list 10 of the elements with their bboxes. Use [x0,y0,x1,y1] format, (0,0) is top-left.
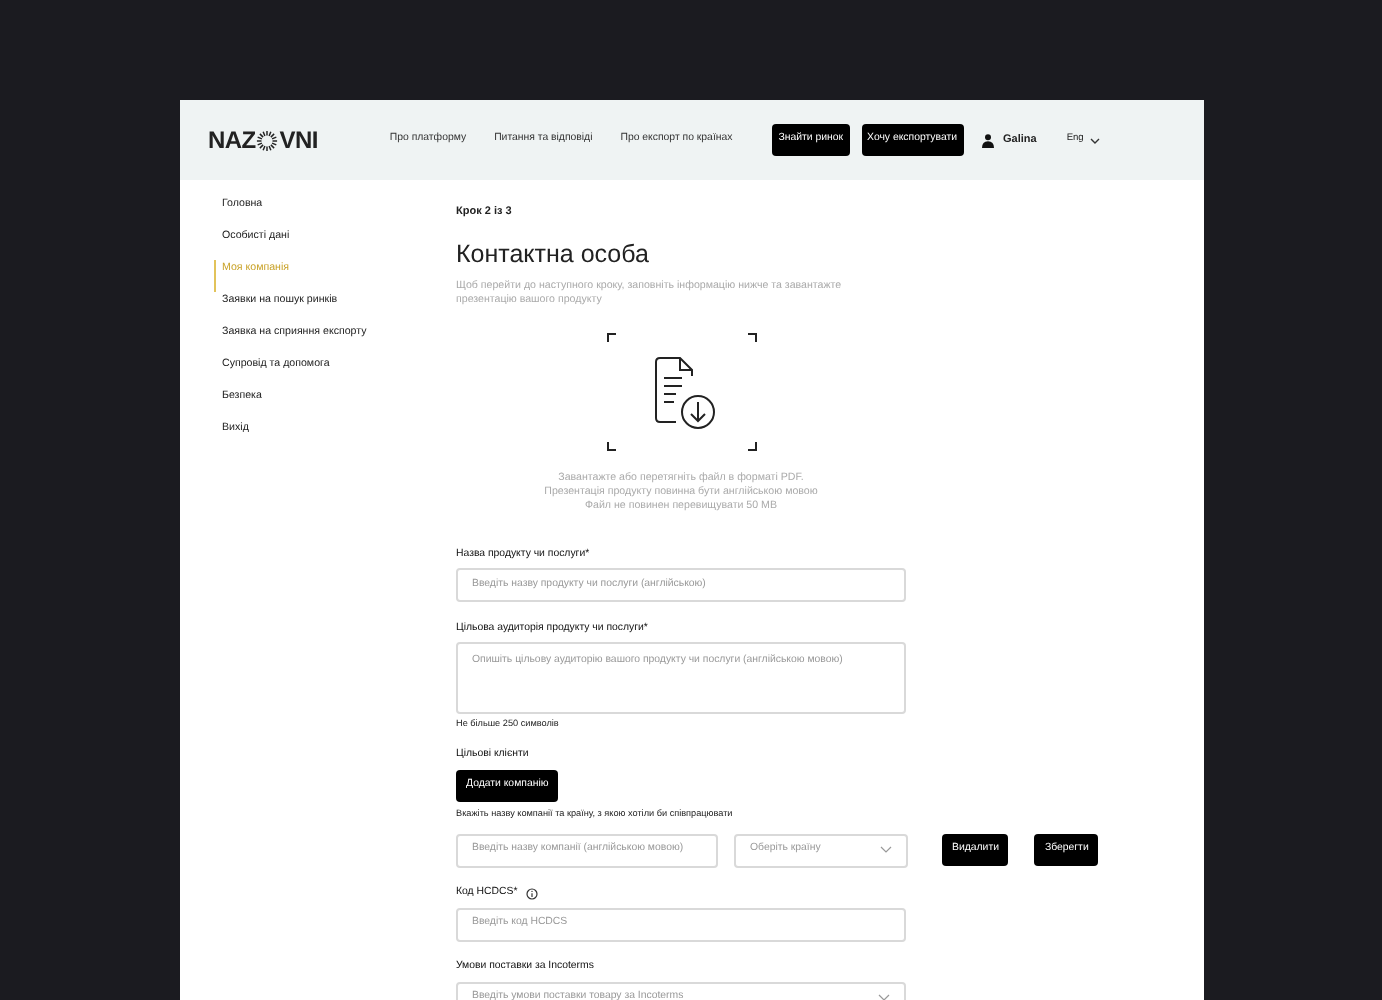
info-icon[interactable] [525,888,538,901]
chevron-down-icon [878,994,890,1000]
upload-frame-drawing[interactable] [605,332,757,452]
user-icon[interactable] [981,133,993,147]
sun-icon [256,129,279,151]
logo-text: VNI [279,124,318,158]
chevron-down-icon[interactable] [1089,137,1100,143]
logo-text: NAZ [208,124,256,158]
chevron-down-icon [880,846,892,855]
page-title: Контактна особа [456,238,651,273]
